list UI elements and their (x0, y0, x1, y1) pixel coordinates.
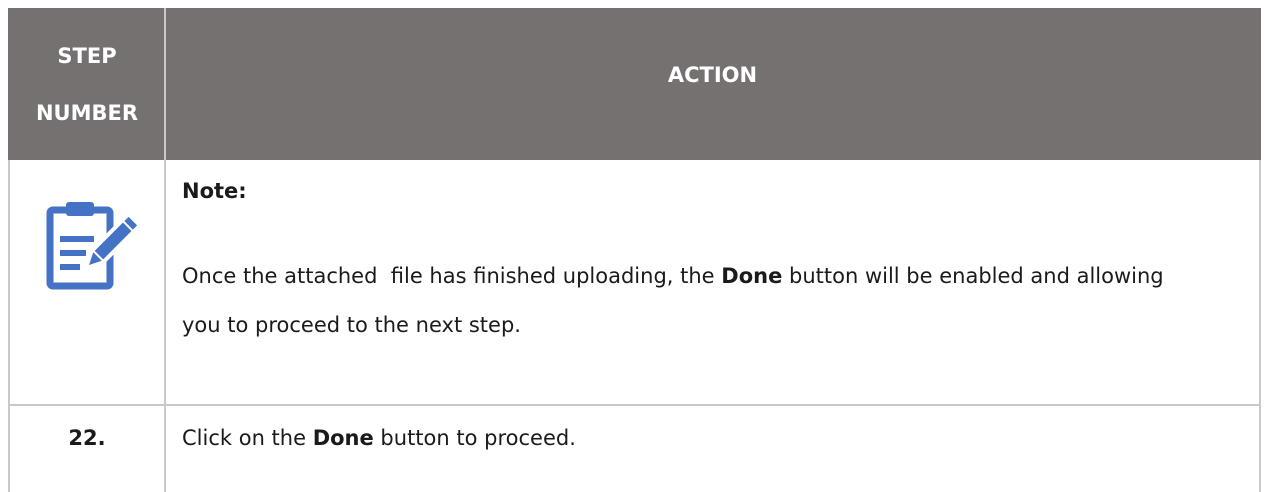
table-header-row: STEP NUMBER ACTION (8, 8, 1261, 160)
step-header-line1: STEP (57, 44, 117, 68)
step-action: Click on the Done button to proceed. (166, 406, 1259, 492)
note-text: Once the attached file has finished uplo… (182, 252, 1192, 350)
step-header-line2: NUMBER (35, 101, 139, 125)
step-number: 22. (10, 406, 166, 492)
step-text-before: Click on the (182, 426, 313, 450)
instruction-table: STEP NUMBER ACTION Note: Once the attach… (8, 8, 1261, 492)
note-row: Note: Once the attached file has finishe… (8, 160, 1261, 406)
note-icon-cell (10, 160, 166, 404)
step-row: 22. Click on the Done button to proceed. (8, 406, 1261, 492)
step-text-after: button to proceed. (373, 426, 576, 450)
note-text-before: Once the attached file has finished uplo… (182, 264, 722, 288)
note-text-bold: Done (721, 264, 783, 288)
step-text-bold: Done (312, 426, 374, 450)
note-label: Note: (182, 179, 247, 203)
note-content: Note: Once the attached file has finishe… (166, 160, 1259, 404)
notepad-pencil-icon (46, 202, 140, 290)
action-header: ACTION (667, 63, 758, 87)
step-number-header: STEP NUMBER (10, 8, 166, 160)
